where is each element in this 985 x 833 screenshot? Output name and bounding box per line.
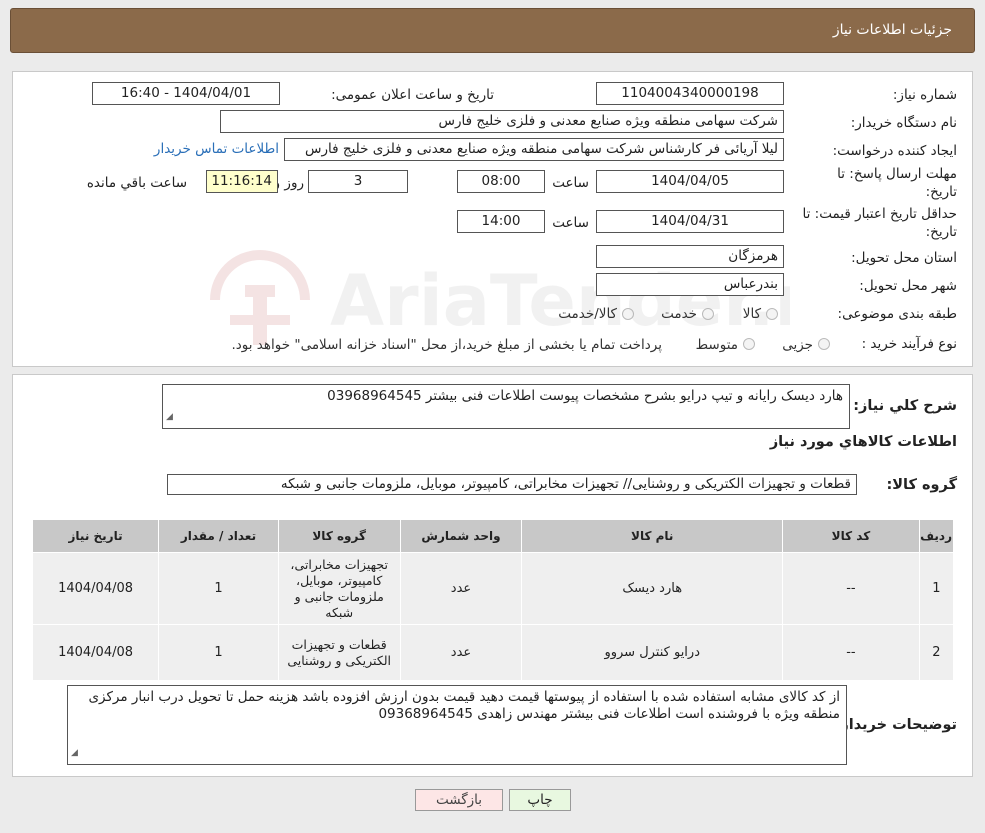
cell-row: 1 [918, 552, 955, 625]
resize-grip-icon[interactable]: ◢ [71, 745, 78, 762]
process-option-partial: جزیی [782, 337, 813, 353]
validity-label-line2: تاریخ: [925, 224, 957, 240]
remaining-time-field: 11:16:14 [206, 170, 278, 193]
col-name: نام کالا [521, 519, 784, 553]
category-option-goods: کالا [742, 306, 761, 322]
cell-code: -- [782, 624, 920, 681]
need-number-label: شماره نیاز: [892, 87, 957, 103]
summary-label: شرح کلي نياز: [853, 398, 957, 414]
cell-row: 2 [918, 624, 955, 681]
category-radio-service[interactable] [702, 308, 714, 320]
deadline-date-field: 1404/04/05 [596, 170, 784, 193]
col-code: کد کالا [782, 519, 920, 553]
cell-unit: عدد [399, 624, 523, 681]
category-option-goods-service: کالا/خدمت [558, 306, 617, 322]
category-option-service: خدمت [661, 306, 697, 322]
col-qty: تعداد / مقدار [158, 519, 279, 553]
goods-table: رديف کد کالا نام کالا واحد شمارش گروه کا… [31, 519, 955, 681]
validity-time-label: ساعت [552, 215, 589, 231]
summary-text: هارد دیسک رایانه و تیپ درایو بشرح مشخصات… [327, 388, 843, 404]
cell-name: درایو کنترل سروو [521, 624, 784, 681]
cell-group: تجهیزات مخابراتی، کامپیوتر، موبایل، ملزو… [277, 552, 401, 625]
buyer-notes-textarea: از کد کالای مشابه استفاده شده با استفاده… [67, 685, 847, 765]
resize-grip-icon[interactable]: ◢ [166, 409, 173, 426]
cell-code: -- [782, 552, 920, 625]
deadline-time-label: ساعت [552, 175, 589, 191]
buyer-contact-link[interactable]: اطلاعات تماس خریدار [154, 141, 279, 157]
cell-date: 1404/04/08 [31, 552, 160, 625]
days-remaining-field: 3 [308, 170, 408, 193]
days-label: روز و [273, 175, 304, 191]
buyer-org-field: شرکت سهامی منطقه ویژه صنایع معدنی و فلزی… [220, 110, 784, 133]
announce-label: تاریخ و ساعت اعلان عمومی: [331, 87, 494, 103]
process-option-medium: متوسط [695, 337, 738, 353]
validity-label-line1: حداقل تاریخ اعتبار قیمت: تا [802, 206, 957, 222]
cell-date: 1404/04/08 [31, 624, 160, 681]
validity-date-field: 1404/04/31 [596, 210, 784, 233]
validity-time-field: 14:00 [457, 210, 545, 233]
process-label: نوع فرآیند خرید : [861, 336, 957, 352]
category-label: طبقه بندی موضوعی: [837, 306, 957, 322]
process-radio-partial[interactable] [818, 338, 830, 350]
group-label: گروه کالا: [886, 477, 957, 493]
process-radio-medium[interactable] [743, 338, 755, 350]
city-field: بندرعباس [596, 273, 784, 296]
goods-table-header: رديف کد کالا نام کالا واحد شمارش گروه کا… [31, 519, 955, 553]
category-radio-goods-service[interactable] [622, 308, 634, 320]
col-group: گروه کالا [277, 519, 401, 553]
creator-field: لیلا آریائی فر کارشناس شرکت سهامی منطقه … [284, 138, 784, 161]
deadline-label-line2: تاریخ: [925, 184, 957, 200]
summary-textarea: هارد دیسک رایانه و تیپ درایو بشرح مشخصات… [162, 384, 850, 429]
table-row: 2 -- درایو کنترل سروو عدد قطعات و تجهیزا… [31, 624, 955, 681]
buyer-notes-label: توضیحات خریدار: [834, 717, 957, 733]
deadline-label-line1: مهلت ارسال پاسخ: تا [837, 166, 957, 182]
remaining-label: ساعت باقي مانده [86, 175, 187, 191]
cell-qty: 1 [158, 624, 279, 681]
announce-field: 1404/04/01 - 16:40 [92, 82, 280, 105]
cell-qty: 1 [158, 552, 279, 625]
page-title: جزئیات اطلاعات نیاز [832, 22, 952, 38]
category-radio-goods[interactable] [766, 308, 778, 320]
table-row: 1 -- هارد دیسک عدد تجهیزات مخابراتی، کام… [31, 552, 955, 625]
goods-info-title: اطلاعات کالاهاي مورد نياز [769, 434, 957, 450]
process-note: پرداخت تمام یا بخشی از مبلغ خرید،از محل … [231, 337, 662, 353]
city-label: شهر محل تحویل: [859, 278, 957, 294]
buyer-org-label: نام دستگاه خریدار: [850, 115, 957, 131]
back-button[interactable]: بازگشت [415, 789, 503, 811]
deadline-time-field: 08:00 [457, 170, 545, 193]
page-header: جزئیات اطلاعات نیاز [10, 8, 975, 53]
col-date: تاریخ نیاز [31, 519, 160, 553]
cell-group: قطعات و تجهیزات الکتریکی و روشنایی [277, 624, 401, 681]
col-row: رديف [918, 519, 955, 553]
cell-name: هارد دیسک [521, 552, 784, 625]
cell-unit: عدد [399, 552, 523, 625]
col-unit: واحد شمارش [399, 519, 523, 553]
province-label: استان محل تحویل: [851, 250, 957, 266]
buyer-notes-text: از کد کالای مشابه استفاده شده با استفاده… [88, 689, 840, 722]
need-number-field: 1104004340000198 [596, 82, 784, 105]
province-field: هرمزگان [596, 245, 784, 268]
creator-label: ایجاد کننده درخواست: [832, 143, 957, 159]
group-field: قطعات و تجهیزات الکتریکی و روشنایی// تجه… [167, 474, 857, 495]
print-button[interactable]: چاپ [509, 789, 571, 811]
